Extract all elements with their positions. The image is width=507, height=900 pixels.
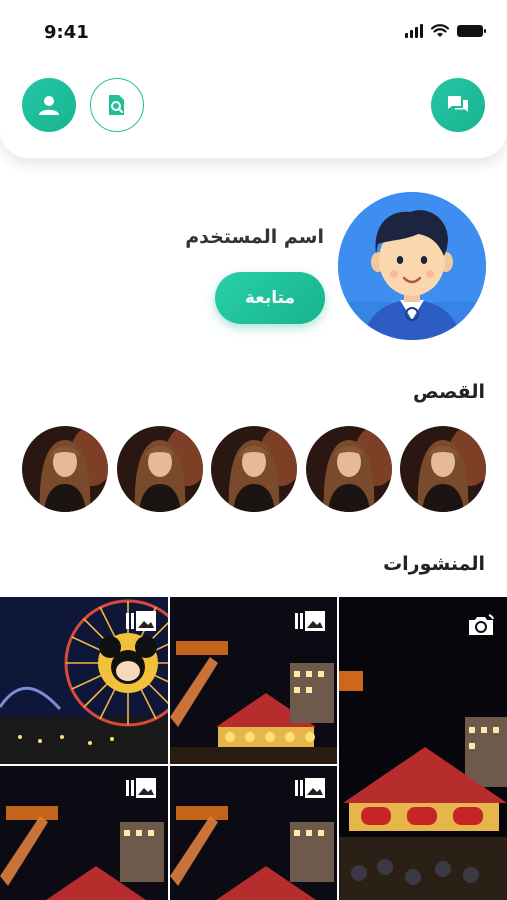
posts-grid	[0, 597, 507, 900]
post-thumbnail[interactable]	[339, 597, 507, 900]
story-image	[305, 426, 392, 512]
gallery-icon	[295, 611, 325, 631]
profile-avatar[interactable]	[338, 192, 486, 340]
gallery-icon	[126, 778, 156, 798]
camera-rotate-icon	[469, 614, 494, 635]
chat-icon	[448, 96, 468, 112]
search-document-icon	[109, 95, 124, 115]
follow-button[interactable]: متابعة	[215, 272, 325, 324]
post-image	[339, 597, 507, 900]
story-image	[400, 426, 486, 512]
search-button[interactable]	[90, 78, 144, 132]
story-avatar[interactable]	[22, 426, 108, 512]
post-thumbnail[interactable]	[170, 597, 337, 764]
gallery-icon	[295, 778, 325, 798]
stories-title: القصص	[413, 381, 485, 403]
story-avatar[interactable]	[211, 426, 297, 512]
user-icon	[39, 96, 59, 115]
profile-button[interactable]	[22, 78, 76, 132]
story-avatar[interactable]	[305, 426, 392, 512]
status-icons	[405, 24, 486, 38]
wifi-icon	[431, 24, 449, 37]
posts-title: المنشورات	[383, 553, 485, 575]
battery-icon	[457, 25, 486, 37]
post-thumbnail[interactable]	[0, 597, 168, 764]
top-bar: 9:41	[0, 0, 507, 158]
messages-button[interactable]	[431, 78, 485, 132]
profile-username: اسم المستخدم	[185, 226, 324, 248]
stories-row	[22, 426, 486, 512]
story-avatar[interactable]	[116, 426, 203, 512]
status-time: 9:41	[44, 22, 89, 43]
story-image	[211, 426, 297, 512]
avatar-image	[338, 192, 486, 340]
story-avatar[interactable]	[400, 426, 486, 512]
status-bar: 9:41	[0, 0, 507, 60]
post-thumbnail[interactable]	[0, 766, 168, 900]
post-thumbnail[interactable]	[170, 766, 337, 900]
signal-icon	[405, 24, 423, 38]
story-image	[22, 426, 108, 512]
gallery-icon	[126, 611, 156, 631]
story-image	[116, 426, 203, 512]
